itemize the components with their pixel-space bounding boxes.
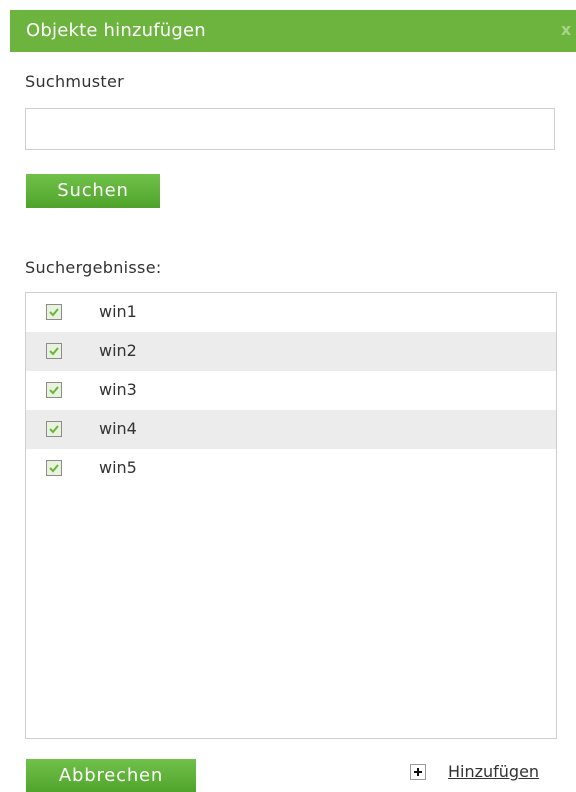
add-objects-dialog: Objekte hinzufügen x Suchmuster Suchen S… bbox=[0, 0, 576, 792]
check-icon bbox=[49, 347, 59, 356]
list-item[interactable]: win5 bbox=[26, 449, 556, 488]
list-item-label: win1 bbox=[99, 302, 137, 321]
close-icon[interactable]: x bbox=[556, 20, 576, 40]
check-icon bbox=[49, 308, 59, 317]
check-icon bbox=[49, 464, 59, 473]
search-label: Suchmuster bbox=[25, 72, 124, 91]
dialog-title: Objekte hinzufügen bbox=[26, 20, 206, 41]
check-icon bbox=[49, 425, 59, 434]
search-button[interactable]: Suchen bbox=[26, 174, 160, 208]
checkbox[interactable] bbox=[46, 421, 62, 437]
results-list: win1 win2 win3 win4 win5 bbox=[25, 292, 557, 739]
list-item-label: win3 bbox=[99, 380, 137, 399]
results-label: Suchergebnisse: bbox=[25, 258, 162, 277]
checkbox[interactable] bbox=[46, 343, 62, 359]
checkbox[interactable] bbox=[46, 304, 62, 320]
plus-icon bbox=[410, 764, 426, 780]
check-icon bbox=[49, 386, 59, 395]
list-item[interactable]: win4 bbox=[26, 410, 556, 449]
list-item-label: win4 bbox=[99, 419, 137, 438]
list-item[interactable]: win2 bbox=[26, 332, 556, 371]
cancel-button[interactable]: Abbrechen bbox=[26, 759, 196, 792]
search-input[interactable] bbox=[25, 108, 555, 150]
list-item[interactable]: win1 bbox=[26, 293, 556, 332]
checkbox[interactable] bbox=[46, 460, 62, 476]
checkbox[interactable] bbox=[46, 382, 62, 398]
dialog-titlebar: Objekte hinzufügen x bbox=[10, 10, 576, 52]
list-item-label: win2 bbox=[99, 341, 137, 360]
add-label[interactable]: Hinzufügen bbox=[448, 762, 539, 781]
list-item[interactable]: win3 bbox=[26, 371, 556, 410]
list-item-label: win5 bbox=[99, 458, 137, 477]
